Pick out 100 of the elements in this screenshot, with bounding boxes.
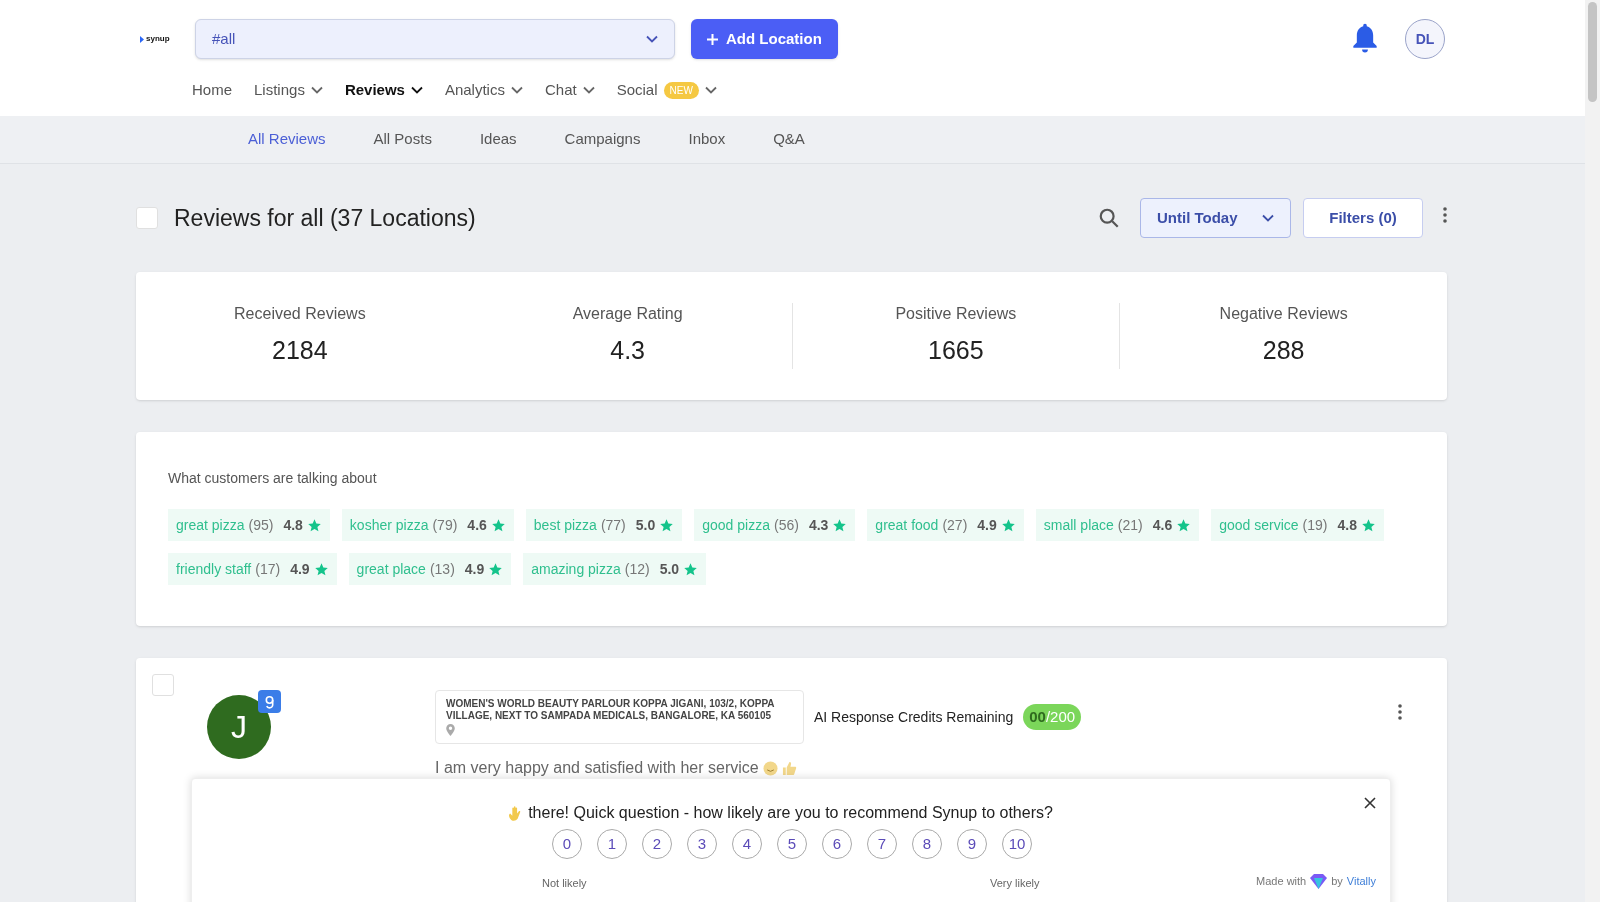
logo-icon: [140, 35, 144, 43]
sub-nav-tab[interactable]: All Posts: [373, 128, 432, 151]
chevron-down-icon: [510, 86, 523, 94]
more-options-icon[interactable]: [1443, 207, 1447, 223]
date-range-dropdown[interactable]: Until Today: [1140, 198, 1291, 238]
review-checkbox[interactable]: [152, 674, 174, 696]
topic-phrase: great place: [356, 559, 426, 579]
star-icon: [1360, 517, 1376, 533]
survey-question: there! Quick question - how likely are you to recommend Synup to others?: [528, 803, 1053, 823]
topic-rating: 4.6: [1152, 515, 1173, 535]
thumbs-up-icon: [781, 760, 797, 776]
topic-tag[interactable]: amazing pizza (12) 5.0: [523, 553, 707, 585]
plus-icon: [707, 33, 718, 45]
topic-count: (56): [773, 515, 799, 535]
topic-count: (17): [255, 559, 281, 579]
topic-phrase: great pizza: [176, 515, 245, 535]
stat-label: Negative Reviews: [1219, 304, 1348, 325]
topic-phrase: best pizza: [533, 515, 597, 535]
sub-nav-tab[interactable]: Inbox: [688, 128, 726, 151]
topic-tag[interactable]: great place (13) 4.9: [348, 553, 512, 585]
topic-tag[interactable]: good pizza (56) 4.3: [694, 509, 856, 541]
topic-phrase: friendly staff: [176, 559, 252, 579]
vitally-link[interactable]: Vitally: [1346, 873, 1376, 890]
chevron-down-icon: [646, 35, 658, 43]
star-icon: [1000, 517, 1016, 533]
vitally-logo-icon: [1310, 873, 1328, 889]
topic-tag[interactable]: great pizza (95) 4.8: [168, 509, 330, 541]
synup-logo[interactable]: synup: [140, 33, 192, 45]
topic-phrase: great food: [875, 515, 939, 535]
topic-rating: 4.8: [283, 515, 303, 535]
topic-rating: 4.3: [808, 515, 829, 535]
topic-rating: 4.8: [1337, 515, 1357, 535]
topic-tag[interactable]: great food (27) 4.9: [867, 509, 1024, 541]
topic-phrase: kosher pizza: [349, 515, 429, 535]
stat-value: 4.3: [610, 335, 645, 367]
stat-value: 1665: [928, 335, 984, 367]
page-title: Reviews for all (37 Locations): [174, 203, 476, 233]
topic-phrase: good pizza: [702, 515, 770, 535]
topic-phrase: small place: [1043, 515, 1114, 535]
select-all-checkbox[interactable]: [136, 207, 158, 229]
nav-menu-item[interactable]: Chat: [544, 78, 595, 102]
stat-label: Average Rating: [572, 304, 683, 325]
star-icon: [488, 561, 504, 577]
topic-count: (21): [1117, 515, 1143, 535]
topic-phrase: good service: [1219, 515, 1299, 535]
high-scale-label: Very likely: [990, 876, 1040, 891]
topic-tag[interactable]: best pizza (77) 5.0: [525, 509, 683, 541]
low-scale-label: Not likely: [542, 876, 587, 891]
made-with-text: Made with: [1256, 874, 1307, 889]
ai-credits-badge: 00/200: [1023, 703, 1082, 731]
chevron-down-icon: [1262, 214, 1274, 222]
topic-rating: 4.9: [290, 559, 310, 579]
topic-rating: 5.0: [635, 515, 656, 535]
nav-menu-item[interactable]: Analytics: [444, 78, 523, 102]
sub-nav-tab[interactable]: All Reviews: [248, 128, 326, 151]
star-icon: [832, 517, 848, 533]
topic-count: (79): [432, 515, 458, 535]
chevron-down-icon: [704, 86, 717, 94]
reviewer-avatar: J: [207, 695, 271, 759]
nav-menu-item[interactable]: Social NEW: [616, 78, 717, 102]
topic-rating: 4.6: [467, 515, 487, 535]
topic-rating: 4.9: [464, 559, 485, 579]
topic-tag[interactable]: kosher pizza (79) 4.6: [341, 509, 514, 541]
topic-count: (27): [942, 515, 968, 535]
chevron-down-icon: [582, 86, 595, 94]
topic-tag[interactable]: friendly staff (17) 4.9: [168, 553, 337, 585]
topic-phrase: amazing pizza: [531, 559, 621, 579]
user-avatar[interactable]: DL: [1405, 19, 1445, 59]
topic-count: (19): [1302, 515, 1328, 535]
topic-tag[interactable]: good service (19) 4.8: [1211, 509, 1384, 541]
topics-heading: What customers are talking about: [168, 469, 378, 488]
location-address: WOMEN'S WORLD BEAUTY PARLOUR KOPPA JIGANI, 103/2, KOPPA VILLAGE, NEXT TO SAMPADA MEDICALS, BANGALORE, KA 560105: [446, 698, 776, 722]
star-icon: [313, 561, 329, 577]
stat-label: Positive Reviews: [895, 304, 1017, 325]
stat-value: 288: [1262, 335, 1305, 367]
scrollbar[interactable]: [1585, 0, 1600, 902]
by-text: by: [1331, 874, 1343, 889]
star-icon: [490, 517, 506, 533]
stat-value: 2184: [272, 335, 328, 367]
sub-nav-tab[interactable]: Campaigns: [564, 128, 641, 151]
ai-credits-label: AI Response Credits Remaining: [814, 707, 1014, 727]
sub-nav-tab[interactable]: Ideas: [479, 128, 517, 151]
chevron-down-icon: [310, 86, 323, 94]
close-icon[interactable]: [1364, 797, 1376, 809]
google-badge-icon: [258, 690, 281, 713]
sub-nav-tab[interactable]: Q&A: [773, 128, 805, 151]
star-icon: [683, 561, 699, 577]
add-location-button[interactable]: Add Location: [691, 19, 838, 59]
topic-rating: 5.0: [659, 559, 680, 579]
nav-menu-item[interactable]: Reviews: [344, 78, 423, 102]
topic-count: (13): [429, 559, 455, 579]
star-icon: [306, 517, 322, 533]
search-icon[interactable]: [1098, 207, 1120, 229]
nav-menu-item[interactable]: Listings: [254, 78, 323, 102]
more-options-icon[interactable]: [1398, 704, 1402, 720]
nav-menu-item[interactable]: Home: [192, 78, 232, 102]
location-select[interactable]: #all: [195, 19, 675, 59]
filters-button[interactable]: Filters (0): [1303, 198, 1423, 238]
topic-count: (12): [624, 559, 650, 579]
topic-tag[interactable]: small place (21) 4.6: [1035, 509, 1200, 541]
